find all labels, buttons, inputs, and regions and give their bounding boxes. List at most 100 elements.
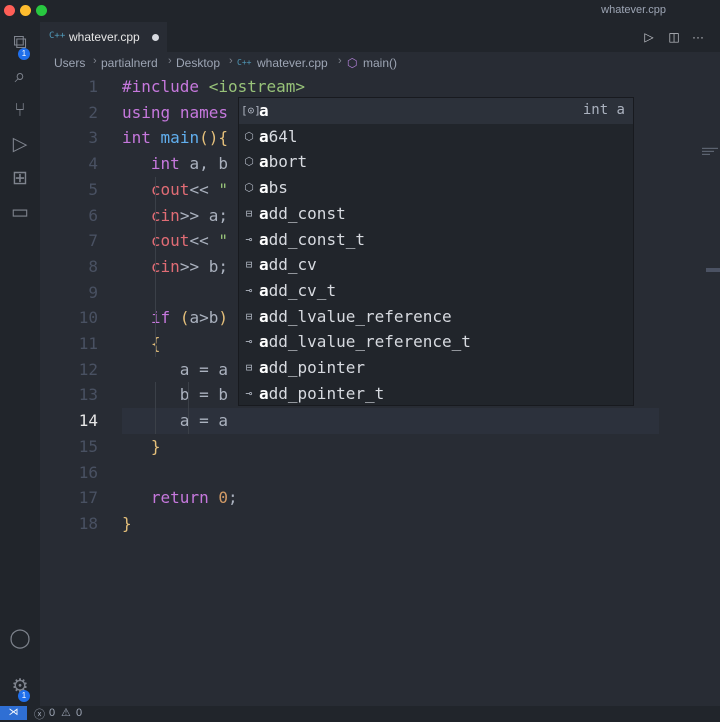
- suggestion-label: abort: [259, 149, 307, 175]
- error-count[interactable]: 0: [49, 707, 55, 719]
- suggestion-item[interactable]: ⬡ abort: [239, 149, 633, 175]
- notification-badge: 1: [18, 690, 30, 702]
- run-debug-icon[interactable]: ▷: [7, 132, 33, 158]
- breadcrumb-item-desktop[interactable]: Desktop: [176, 56, 220, 70]
- cpp-file-icon: C++: [49, 31, 66, 41]
- zoom-window-button[interactable]: [36, 5, 47, 16]
- suggestion-rest: dd_cv_t: [268, 280, 337, 300]
- typedef-icon: ⊸: [245, 232, 253, 246]
- title-bar: whatever.cpp: [0, 0, 720, 22]
- suggestion-item[interactable]: ⊟ add_cv: [239, 252, 633, 278]
- suggestion-match: a: [259, 332, 269, 352]
- breadcrumb-item-users[interactable]: Users: [54, 56, 85, 70]
- breadcrumb-item-main[interactable]: main(): [363, 56, 397, 70]
- line-number: 16: [78, 462, 98, 482]
- code-text: a = a: [122, 359, 228, 379]
- code-line[interactable]: 14 a = a: [40, 408, 720, 434]
- code-text: }: [122, 513, 132, 533]
- notification-badge: 1: [18, 48, 30, 60]
- method-icon: ⬡: [244, 181, 254, 195]
- source-control-icon[interactable]: ⑂: [7, 98, 33, 124]
- suggestion-item[interactable]: ⊟ add_pointer: [239, 355, 633, 381]
- code-text: int main(){: [122, 128, 228, 148]
- code-line[interactable]: 1 #include <iostream>: [40, 74, 720, 100]
- method-icon: ⬡: [244, 155, 254, 169]
- code-text: }: [150, 436, 161, 456]
- breadcrumb-item-file[interactable]: whatever.cpp: [257, 56, 328, 70]
- suggestion-item[interactable]: ⊸ add_lvalue_reference_t: [239, 329, 633, 355]
- code-line[interactable]: 17 return 0;: [40, 485, 720, 511]
- code-text: cin>> a;: [150, 205, 228, 225]
- line-number: 12: [78, 359, 98, 379]
- suggestion-item[interactable]: ⬡ abs: [239, 175, 633, 201]
- breadcrumb-separator: ›: [229, 55, 233, 67]
- code-line[interactable]: 18}: [40, 511, 720, 537]
- suggestion-rest: dd_lvalue_reference: [268, 306, 452, 326]
- code-text: int a, b: [150, 154, 228, 174]
- function-symbol-icon: ⬡: [347, 56, 358, 70]
- close-window-button[interactable]: [4, 5, 15, 16]
- method-icon: ⬡: [244, 129, 254, 143]
- remote-explorer-icon[interactable]: ▭: [7, 200, 33, 226]
- suggestion-label: a: [259, 98, 269, 124]
- suggestion-item[interactable]: ⊟ add_lvalue_reference: [239, 304, 633, 330]
- struct-icon: ⊟: [245, 361, 253, 374]
- suggestion-item[interactable]: ⊸ add_cv_t: [239, 278, 633, 304]
- warning-icon[interactable]: ⚠: [61, 706, 71, 719]
- struct-icon: ⊟: [245, 206, 253, 220]
- unsaved-dot-icon[interactable]: [152, 34, 159, 41]
- search-icon[interactable]: ⌕: [7, 64, 33, 90]
- code-text: cout<< ": [150, 231, 228, 251]
- code-line[interactable]: 16: [40, 460, 720, 486]
- line-number: 6: [88, 205, 98, 225]
- line-number: 3: [88, 128, 98, 148]
- suggestion-match: a: [259, 280, 269, 300]
- suggestion-label: a64l: [259, 124, 298, 150]
- suggestion-item[interactable]: [⊙] a int a: [239, 98, 633, 124]
- tab-bar: C++ whatever.cpp ▷ ◫ ···: [40, 22, 720, 52]
- line-number: 5: [88, 179, 98, 199]
- run-icon[interactable]: ▷: [641, 29, 657, 45]
- suggestion-rest: dd_const_t: [268, 229, 365, 249]
- suggestion-rest: dd_pointer: [268, 358, 365, 377]
- tab-whatever-cpp[interactable]: C++ whatever.cpp: [40, 22, 167, 52]
- vertical-scrollbar[interactable]: [706, 268, 720, 272]
- suggestion-label: abs: [259, 175, 288, 201]
- suggestion-item[interactable]: ⬡ a64l: [239, 124, 633, 150]
- remote-indicator-icon[interactable]: ⋊: [0, 706, 27, 720]
- suggestion-detail: int a: [582, 102, 625, 118]
- line-number: 18: [78, 513, 98, 533]
- more-actions-icon[interactable]: ···: [690, 29, 706, 45]
- indent-guide: [155, 176, 156, 357]
- typedef-icon: ⊸: [245, 283, 253, 297]
- suggestion-rest: dd_lvalue_reference_t: [268, 332, 471, 352]
- typedef-icon: ⊸: [245, 386, 253, 400]
- line-number: 7: [88, 231, 98, 251]
- suggestion-label: add_const_t: [259, 227, 365, 253]
- variable-icon: [⊙]: [241, 104, 261, 117]
- suggestion-match: a: [259, 306, 269, 326]
- account-icon[interactable]: ◯: [7, 626, 33, 652]
- suggestion-item[interactable]: ⊸ add_pointer_t: [239, 381, 633, 405]
- minimize-window-button[interactable]: [20, 5, 31, 16]
- code-text: using names: [122, 102, 228, 122]
- suggestion-item[interactable]: ⊟ add_const: [239, 201, 633, 227]
- line-number: 1: [88, 77, 98, 96]
- struct-icon: ⊟: [245, 309, 253, 323]
- warning-count[interactable]: 0: [76, 707, 82, 719]
- extensions-icon[interactable]: ⊞: [7, 166, 33, 192]
- suggestion-match: a: [259, 126, 269, 146]
- breadcrumb-item-partialnerd[interactable]: partialnerd: [101, 56, 158, 70]
- struct-icon: ⊟: [245, 258, 253, 272]
- suggestion-item[interactable]: ⊸ add_const_t: [239, 227, 633, 253]
- suggestion-label: add_pointer_t: [259, 381, 384, 405]
- code-line[interactable]: 15 }: [40, 434, 720, 460]
- split-editor-icon[interactable]: ◫: [666, 29, 682, 45]
- suggestion-rest: dd_const: [268, 203, 346, 223]
- cpp-file-icon: C++: [237, 58, 252, 67]
- breadcrumb-separator: ›: [93, 55, 97, 67]
- code-text: cin>> b;: [150, 256, 228, 276]
- code-text: return 0;: [150, 488, 238, 508]
- suggestion-rest: bort: [268, 152, 308, 172]
- suggestion-label: add_cv_t: [259, 278, 336, 304]
